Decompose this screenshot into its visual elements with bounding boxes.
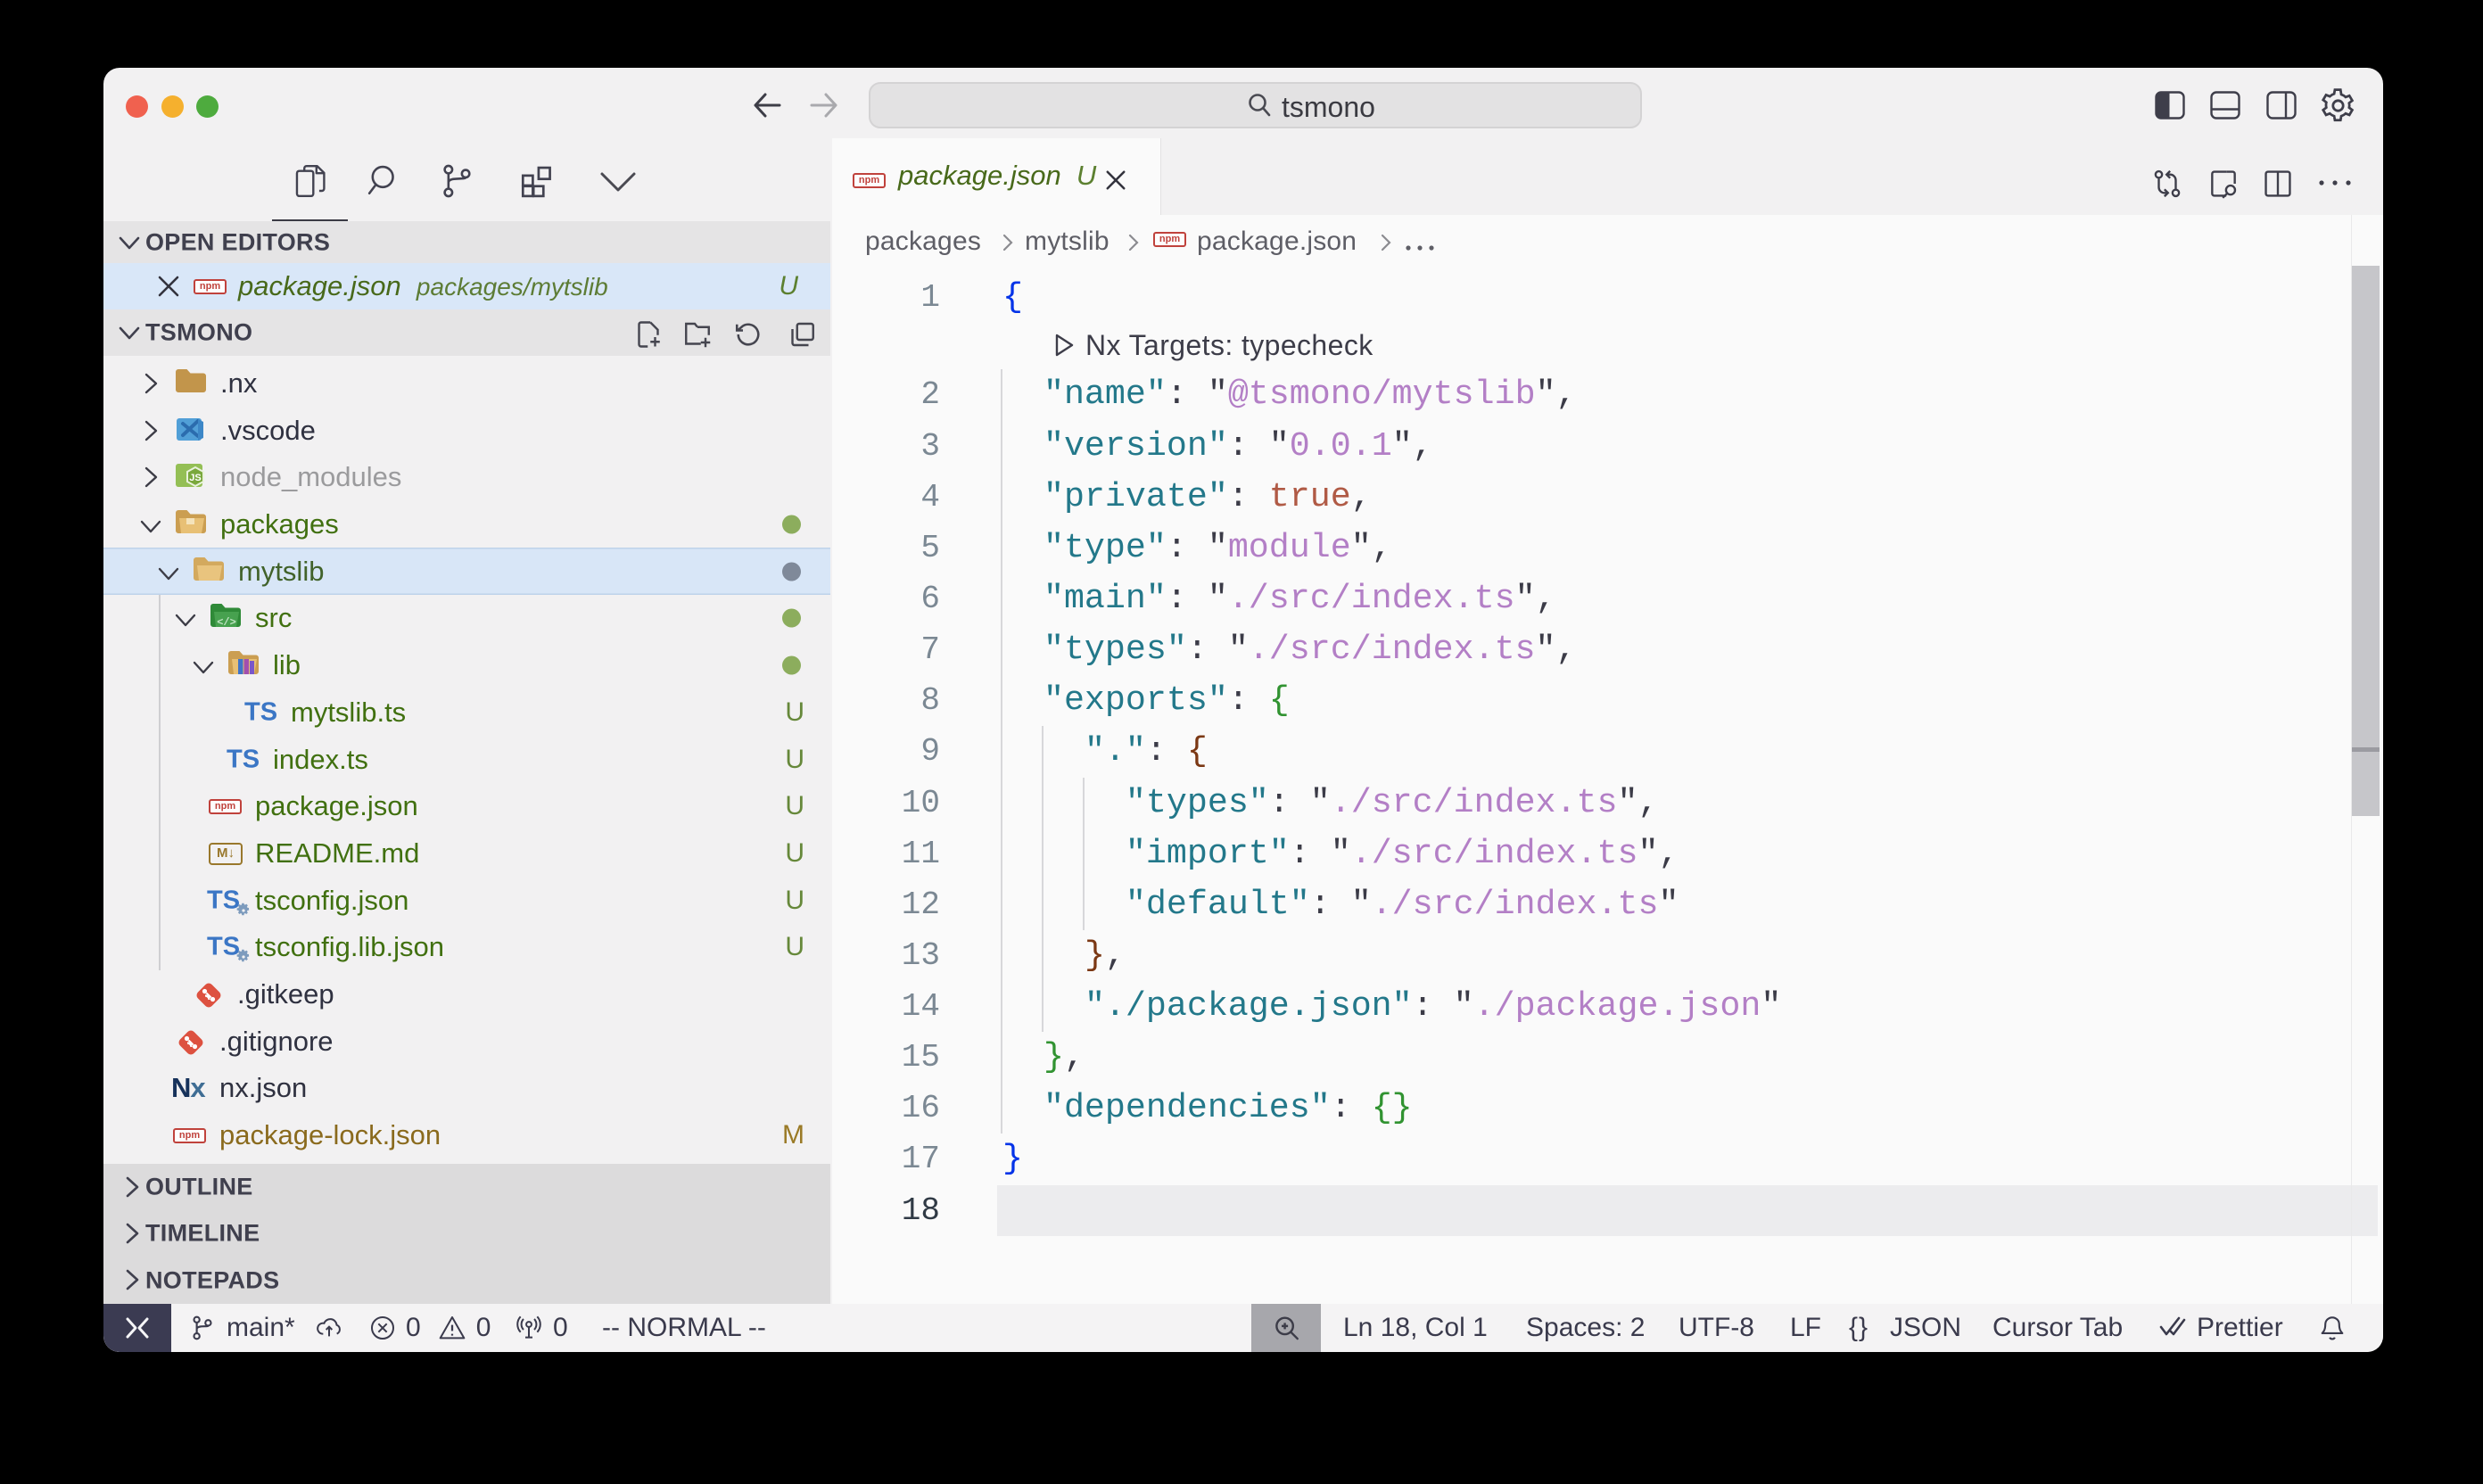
svg-text:</>: </> — [217, 616, 236, 629]
svg-text:JS: JS — [189, 473, 201, 483]
